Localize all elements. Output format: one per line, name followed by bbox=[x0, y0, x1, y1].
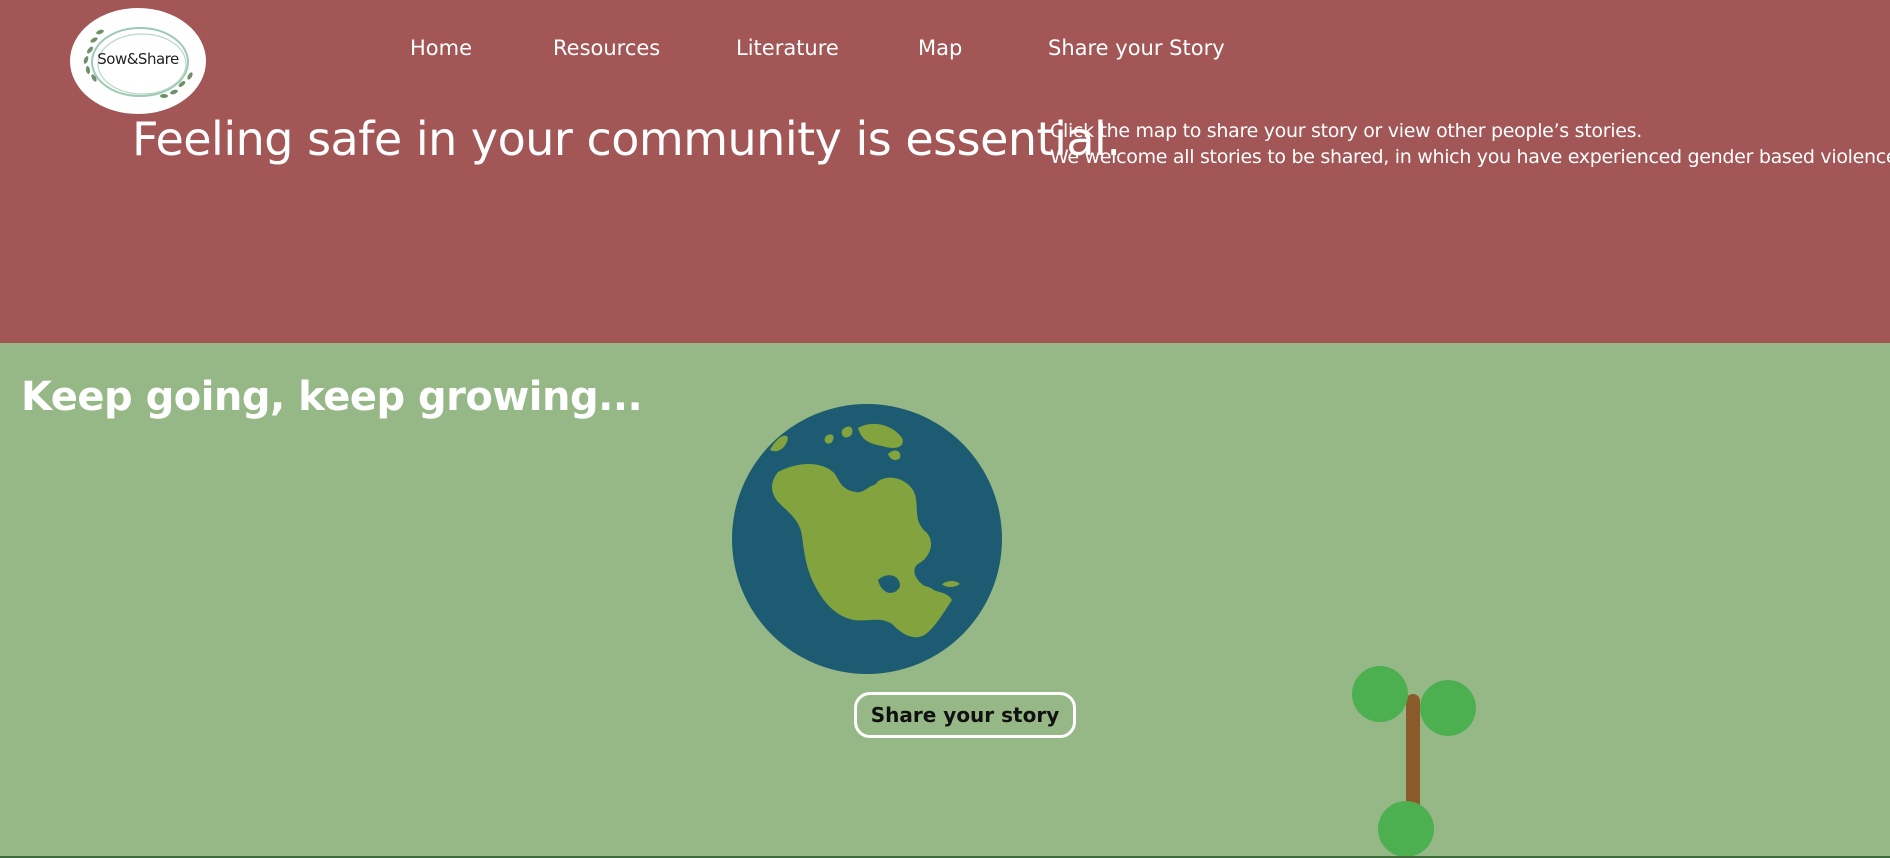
logo[interactable]: Sow&Share bbox=[70, 8, 206, 114]
logo-text: Sow&Share bbox=[97, 50, 179, 68]
nav-share-your-story[interactable]: Share your Story bbox=[1048, 36, 1225, 60]
intro-text: Click the map to share your story or vie… bbox=[1050, 118, 1890, 170]
nav-resources[interactable]: Resources bbox=[553, 36, 660, 60]
nav-home[interactable]: Home bbox=[410, 36, 472, 60]
header-section: Sow&Share Home Resources Literature Map … bbox=[0, 0, 1890, 343]
page-headline: Feeling safe in your community is essent… bbox=[132, 112, 1121, 166]
tagline: Keep going, keep growing... bbox=[21, 374, 643, 420]
sprout-icon bbox=[1352, 666, 1476, 857]
nav-map[interactable]: Map bbox=[918, 36, 962, 60]
nav-literature[interactable]: Literature bbox=[736, 36, 839, 60]
share-your-story-button[interactable]: Share your story bbox=[854, 692, 1076, 738]
intro-line-1: Click the map to share your story or vie… bbox=[1050, 120, 1642, 142]
intro-line-2: We welcome all stories to be shared, in … bbox=[1050, 146, 1890, 168]
globe-icon[interactable] bbox=[730, 402, 1004, 676]
